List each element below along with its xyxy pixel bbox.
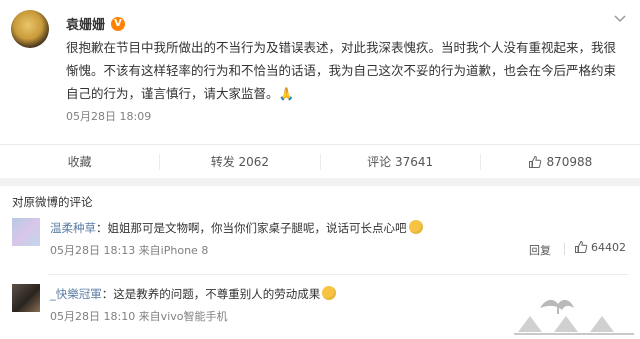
commenter-name[interactable]: 温柔种草 — [50, 221, 96, 235]
comment-text: ：这是教养的问题，不尊重别人的劳动成果 — [101, 287, 321, 301]
comment-divider — [48, 274, 628, 275]
commenter-avatar[interactable] — [12, 284, 40, 312]
comment-like-button[interactable]: 64402 — [574, 240, 626, 254]
post-text: 很抱歉在节目中我所做出的不当行为及错误表述，对此我深表愧疚。当时我个人没有重视起… — [66, 40, 617, 101]
comment-like-count: 64402 — [591, 240, 626, 254]
weibo-post: 袁姗姗 V 很抱歉在节目中我所做出的不当行为及错误表述，对此我深表愧疚。当时我个… — [0, 0, 640, 178]
comment-body: 温柔种草：姐姐那可是文物啊，你当你们家桌子腿呢，说话可长点心吧 — [50, 220, 423, 236]
favorite-label: 收藏 — [67, 155, 92, 169]
comment-meta: 05月28日 18:13 来自iPhone 8 — [50, 244, 209, 257]
commenter-avatar[interactable] — [12, 218, 40, 246]
thumb-up-icon — [574, 240, 588, 254]
emoji-icon — [408, 220, 423, 234]
repost-button[interactable]: 转发 2062 — [160, 154, 321, 170]
comment-button[interactable]: 评论 37641 — [321, 154, 481, 170]
repost-label: 转发 2062 — [210, 155, 270, 169]
watermark-logo — [510, 294, 638, 336]
vip-icon: V — [111, 16, 126, 31]
comment-text: ：姐姐那可是文物啊，你当你们家桌子腿呢，说话可长点心吧 — [96, 221, 407, 235]
action-separator — [564, 243, 565, 255]
author-line: 袁姗姗 V — [66, 14, 126, 33]
action-bar: 收藏 转发 2062 评论 37641 870988 — [0, 144, 640, 179]
comment-body: _快樂冠軍：这是教养的问题，不尊重别人的劳动成果 — [50, 286, 337, 302]
reply-button[interactable]: 回复 — [529, 242, 551, 258]
comments-title: 对原微博的评论 — [12, 195, 93, 209]
comment-label: 评论 37641 — [367, 155, 434, 169]
commenter-name[interactable]: _快樂冠軍 — [50, 287, 102, 301]
like-count: 870988 — [546, 155, 593, 169]
post-time[interactable]: 05月28日 18:09 — [66, 108, 151, 124]
favorite-button[interactable]: 收藏 — [0, 154, 161, 170]
emoji-icon — [322, 286, 337, 300]
comment-item: 温柔种草：姐姐那可是文物啊，你当你们家桌子腿呢，说话可长点心吧 05月28日 1… — [0, 212, 640, 272]
like-button[interactable]: 870988 — [481, 154, 640, 170]
author-avatar[interactable] — [11, 10, 49, 48]
author-name[interactable]: 袁姗姗 — [66, 14, 105, 33]
menu-chevron-icon[interactable] — [614, 14, 626, 24]
comment-meta: 05月28日 18:10 来自vivo智能手机 — [50, 310, 228, 323]
thumb-up-icon — [528, 155, 542, 169]
section-divider — [0, 178, 640, 186]
